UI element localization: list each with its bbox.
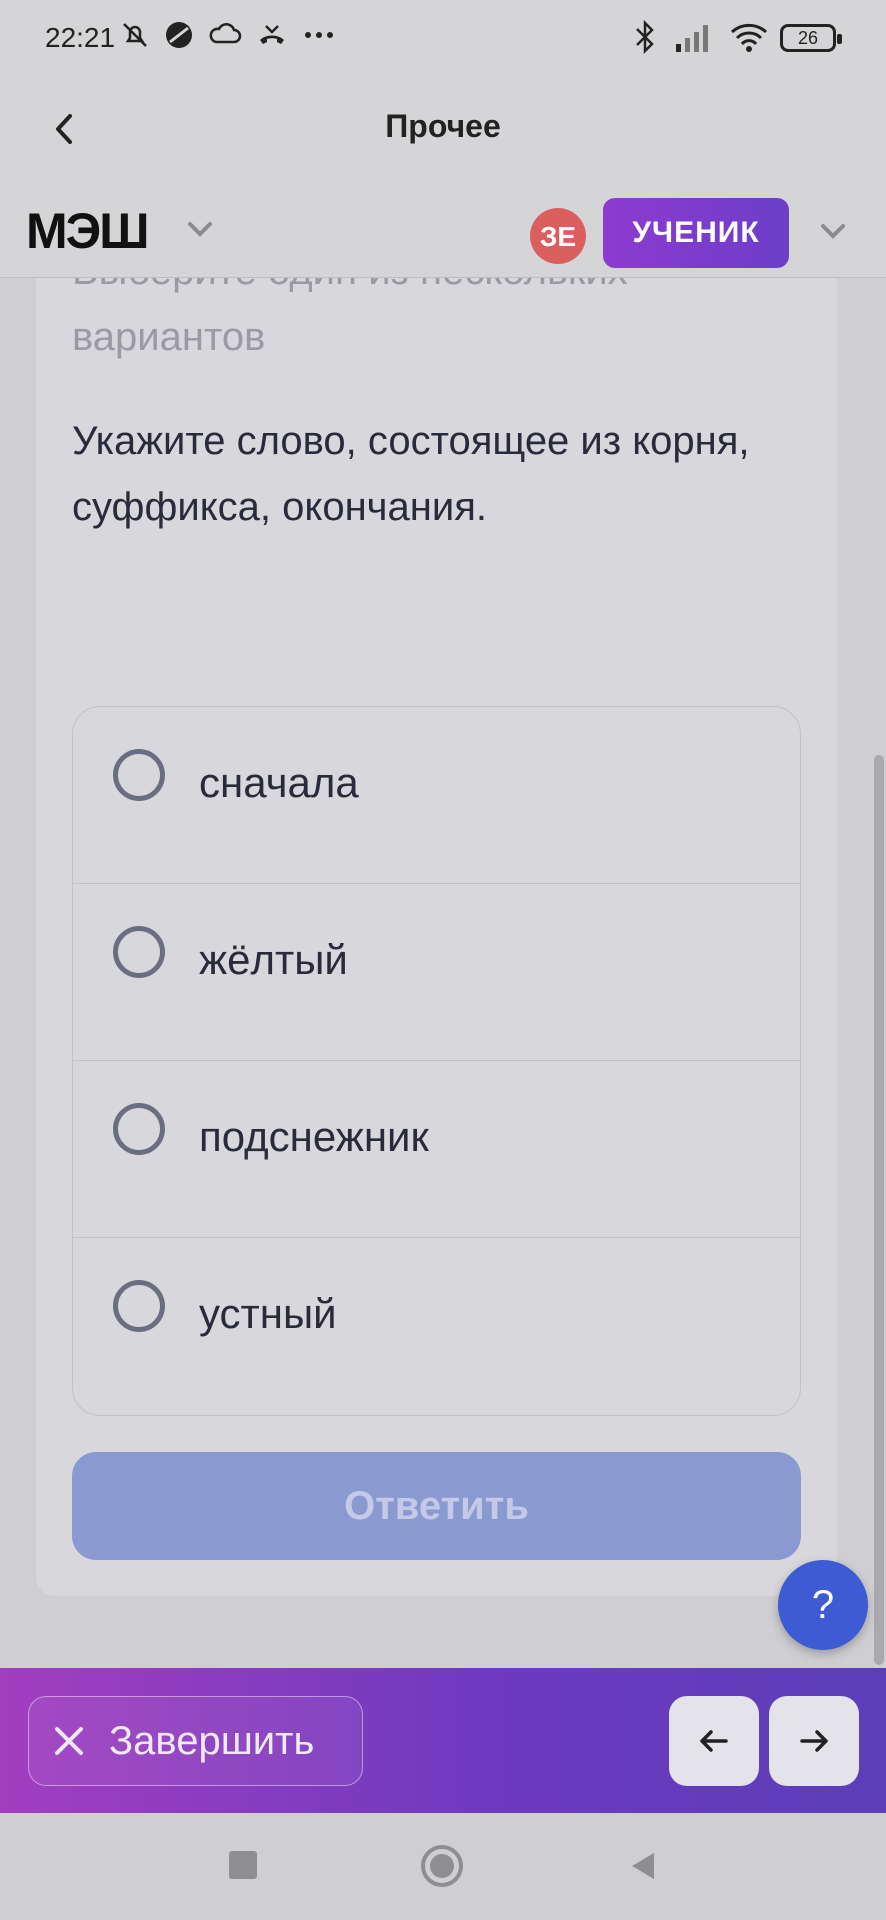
option-label: жёлтый	[199, 936, 348, 983]
close-icon	[55, 1727, 83, 1755]
radio-button[interactable]	[113, 1103, 165, 1155]
help-button[interactable]: ?	[778, 1560, 868, 1650]
logo-menu-toggle[interactable]	[180, 212, 220, 246]
task-card: Выберите один из нескольких вариантов Ук…	[36, 278, 837, 1596]
option-label: сначала	[199, 759, 359, 806]
role-badge[interactable]: УЧЕНИК	[603, 198, 789, 268]
avatar[interactable]: ЗЕ	[530, 208, 586, 264]
cloud-icon	[209, 23, 242, 44]
answer-option[interactable]: сначала	[73, 707, 800, 884]
app-icon	[166, 22, 192, 48]
option-label: устный	[199, 1290, 337, 1337]
radio-button[interactable]	[113, 926, 165, 978]
page-title: Прочее	[385, 108, 501, 144]
answer-option[interactable]: жёлтый	[73, 884, 800, 1061]
battery-icon: 26	[780, 24, 842, 52]
wifi-icon	[730, 23, 768, 52]
status-bar: 22:21 26	[0, 0, 886, 78]
status-icons-left	[120, 20, 336, 50]
system-nav-bar	[0, 1813, 886, 1920]
previous-button[interactable]	[669, 1696, 759, 1786]
home-button[interactable]	[421, 1845, 463, 1887]
finish-label: Завершить	[109, 1718, 315, 1763]
task-hint: Выберите один из нескольких вариантов	[72, 278, 628, 359]
logo[interactable]: МЭШ	[26, 202, 149, 260]
option-label: подснежник	[199, 1113, 429, 1160]
system-back-button[interactable]	[626, 1849, 660, 1883]
radio-button[interactable]	[113, 749, 165, 801]
arrow-right-icon	[800, 1730, 828, 1752]
arrow-left-icon	[700, 1730, 728, 1752]
signal-icon	[676, 25, 708, 52]
more-dots-icon	[305, 32, 333, 38]
chevron-down-icon	[188, 222, 212, 237]
finish-button[interactable]: Завершить	[28, 1696, 363, 1786]
answer-option[interactable]: подснежник	[73, 1061, 800, 1238]
next-button[interactable]	[769, 1696, 859, 1786]
missed-call-icon	[260, 25, 284, 44]
status-icons-right	[632, 20, 768, 54]
bell-off-icon	[123, 23, 147, 47]
answer-option[interactable]: устный	[73, 1238, 800, 1415]
bottom-action-bar: Завершить	[0, 1668, 886, 1813]
chevron-down-icon	[821, 224, 845, 239]
recent-apps-button[interactable]	[229, 1851, 257, 1879]
radio-button[interactable]	[113, 1280, 165, 1332]
title-bar: Прочее	[0, 78, 886, 178]
profile-menu-toggle[interactable]	[812, 214, 854, 248]
battery-level: 26	[797, 28, 819, 48]
bluetooth-icon	[636, 20, 654, 54]
question-text: Укажите слово, состоящее из корня, суффи…	[72, 419, 750, 529]
status-time: 22:21	[45, 22, 116, 53]
app-header: МЭШ ЗЕ УЧЕНИК	[0, 178, 886, 278]
scrollbar[interactable]	[874, 755, 884, 1665]
answer-button[interactable]: Ответить	[72, 1452, 801, 1560]
answer-options: сначала жёлтый подснежник устный	[72, 706, 801, 1416]
